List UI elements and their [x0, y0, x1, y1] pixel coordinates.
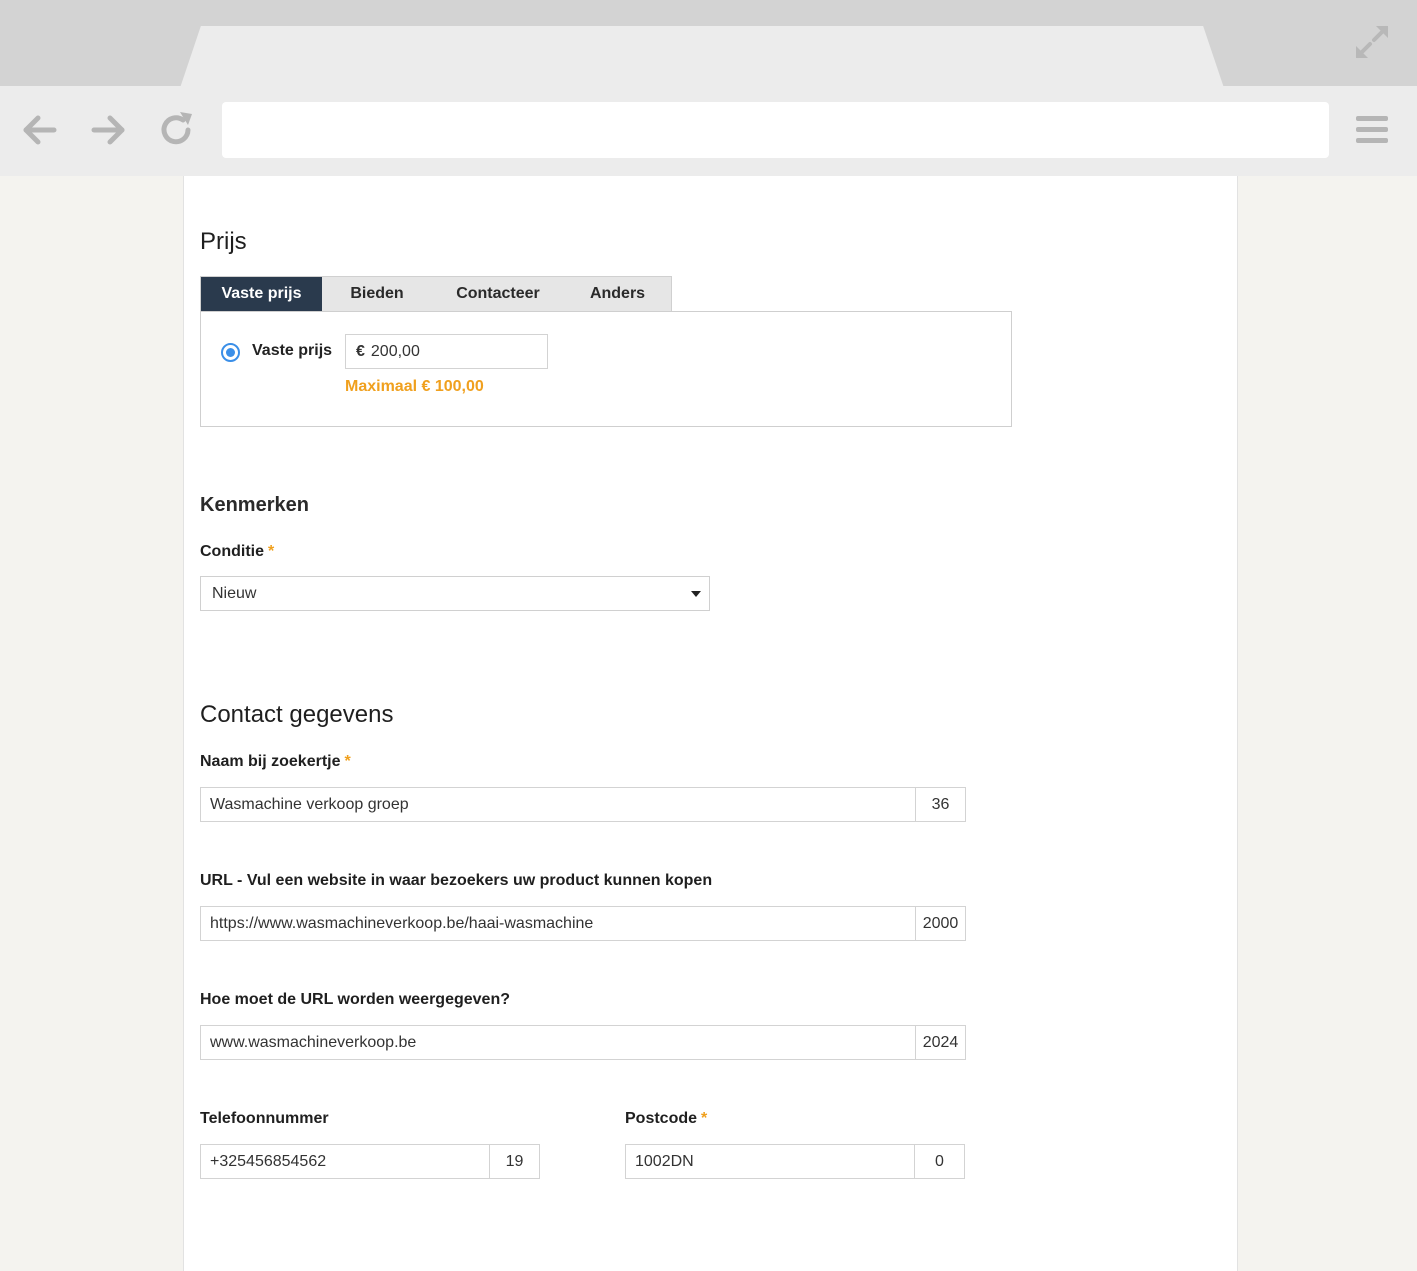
name-label-text: Naam bij zoekertje — [200, 753, 341, 770]
reload-icon[interactable] — [156, 110, 196, 150]
price-section-title: Prijs — [200, 228, 247, 255]
required-marker: * — [268, 543, 275, 560]
fixed-price-radio[interactable] — [221, 343, 240, 362]
url-field[interactable]: https://www.wasmachineverkoop.be/haai-wa… — [200, 906, 966, 941]
browser-tab[interactable] — [180, 26, 1224, 88]
name-label: Naam bij zoekertje * — [200, 753, 351, 771]
price-value: 200,00 — [370, 342, 420, 360]
condition-selected-value: Nieuw — [212, 584, 257, 602]
url-input[interactable]: https://www.wasmachineverkoop.be/haai-wa… — [201, 907, 915, 940]
condition-label: Conditie * — [200, 543, 274, 561]
address-bar[interactable] — [222, 102, 1329, 158]
postcode-field[interactable]: 1002DN 0 — [625, 1144, 965, 1179]
condition-label-text: Conditie — [200, 543, 264, 560]
back-arrow-icon[interactable] — [20, 110, 60, 150]
display-url-input[interactable]: www.wasmachineverkoop.be — [201, 1026, 915, 1059]
phone-label: Telefoonnummer — [200, 1110, 329, 1127]
chevron-down-icon — [691, 591, 701, 597]
tab-anders[interactable]: Anders — [564, 277, 671, 311]
required-marker: * — [701, 1110, 708, 1127]
price-tabs: Vaste prijs Bieden Contacteer Anders — [200, 276, 672, 311]
price-panel — [200, 311, 1012, 427]
euro-symbol: € — [356, 342, 365, 360]
menu-icon[interactable] — [1352, 110, 1392, 150]
display-url-char-counter: 2024 — [915, 1026, 965, 1059]
name-char-counter: 36 — [915, 788, 965, 821]
price-input[interactable]: € 200,00 — [345, 334, 548, 369]
name-input[interactable]: Wasmachine verkoop groep — [201, 788, 915, 821]
phone-field[interactable]: +325456854562 19 — [200, 1144, 540, 1179]
postcode-char-counter: 0 — [914, 1145, 964, 1178]
phone-input[interactable]: +325456854562 — [201, 1145, 489, 1178]
required-marker: * — [344, 753, 351, 770]
features-section-title: Kenmerken — [200, 494, 309, 516]
contact-section-title: Contact gegevens — [200, 701, 394, 728]
postcode-label: Postcode * — [625, 1110, 707, 1128]
tab-contacteer[interactable]: Contacteer — [432, 277, 564, 311]
tab-bieden[interactable]: Bieden — [322, 277, 432, 311]
postcode-label-text: Postcode — [625, 1110, 698, 1127]
display-url-field[interactable]: www.wasmachineverkoop.be 2024 — [200, 1025, 966, 1060]
tab-vaste-prijs[interactable]: Vaste prijs — [201, 277, 322, 311]
display-url-label: Hoe moet de URL worden weergegeven? — [200, 991, 510, 1008]
phone-char-counter: 19 — [489, 1145, 539, 1178]
name-field[interactable]: Wasmachine verkoop groep 36 — [200, 787, 966, 822]
expand-icon[interactable] — [1352, 22, 1392, 62]
price-hint: Maximaal € 100,00 — [345, 378, 484, 395]
postcode-input[interactable]: 1002DN — [626, 1145, 914, 1178]
condition-select[interactable]: Nieuw — [200, 576, 710, 611]
url-char-counter: 2000 — [915, 907, 965, 940]
url-label: URL - Vul een website in waar bezoekers … — [200, 872, 713, 889]
forward-arrow-icon[interactable] — [88, 110, 128, 150]
fixed-price-radio-label: Vaste prijs — [252, 342, 333, 359]
